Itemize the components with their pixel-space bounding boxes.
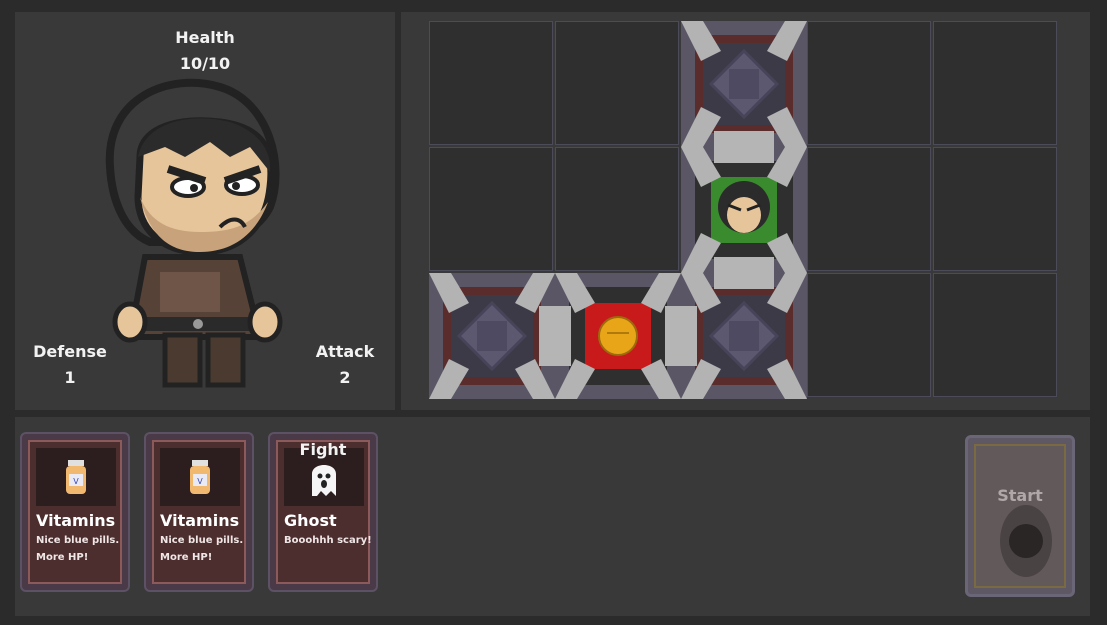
board-cell-empty[interactable]	[933, 21, 1057, 145]
card-art: V	[36, 448, 116, 506]
board-cell-empty[interactable]	[555, 21, 679, 145]
board-cell-empty[interactable]	[429, 147, 553, 271]
board-cell-empty[interactable]	[555, 147, 679, 271]
dungeon-room-enemy[interactable]	[555, 273, 681, 399]
card-vitamins[interactable]: V Vitamins Nice blue pills. More HP!	[144, 432, 254, 592]
health-value: 10/10	[179, 54, 231, 73]
card-art: V	[160, 448, 240, 506]
dungeon-room[interactable]	[429, 273, 555, 399]
dungeon-room[interactable]	[681, 273, 807, 399]
card-description: Nice blue pills. More HP!	[160, 535, 244, 563]
card-title: Ghost	[284, 511, 337, 530]
defense-label: Defense	[33, 342, 107, 361]
board-grid	[429, 21, 1061, 399]
attack-value: 2	[339, 368, 351, 387]
deck-hole-icon	[1000, 505, 1052, 577]
attack-label: Attack	[315, 342, 375, 361]
card-type-tag: Fight	[299, 440, 347, 459]
svg-text:V: V	[73, 477, 79, 486]
board-cell-empty[interactable]	[807, 273, 931, 397]
svg-text:V: V	[197, 477, 203, 486]
card-description: Nice blue pills. More HP!	[36, 535, 120, 563]
card-hand-panel: V Vitamins Nice blue pills. More HP! V V…	[15, 417, 1090, 616]
hero-stats-panel: Health 10/10 Defense 1 Attack 2	[15, 12, 395, 410]
deck-frame: Start	[974, 444, 1066, 588]
pill-bottle-icon: V	[66, 460, 86, 494]
dungeon-board	[401, 12, 1090, 410]
card-title: Vitamins	[160, 511, 240, 530]
card-frame: V Vitamins Nice blue pills. More HP!	[28, 440, 122, 584]
board-cell-empty[interactable]	[933, 273, 1057, 397]
card-title: Vitamins	[36, 511, 116, 530]
card-vitamins[interactable]: V Vitamins Nice blue pills. More HP!	[20, 432, 130, 592]
board-cell-empty[interactable]	[807, 21, 931, 145]
card-ghost[interactable]: Fight Ghost Booohhh scary!	[268, 432, 378, 592]
board-cell-empty[interactable]	[807, 147, 931, 271]
start-deck[interactable]: Start	[965, 435, 1075, 597]
pill-bottle-icon: V	[190, 460, 210, 494]
card-frame: Fight Ghost Booohhh scary!	[276, 440, 372, 584]
card-description: Booohhh scary!	[284, 535, 372, 546]
board-cell-empty[interactable]	[933, 147, 1057, 271]
board-cell-empty[interactable]	[429, 21, 553, 145]
defense-value: 1	[64, 368, 76, 387]
dungeon-room-start[interactable]	[681, 21, 807, 147]
card-frame: V Vitamins Nice blue pills. More HP!	[152, 440, 246, 584]
health-label: Health	[175, 28, 235, 47]
dungeon-room-hero[interactable]	[681, 147, 807, 273]
